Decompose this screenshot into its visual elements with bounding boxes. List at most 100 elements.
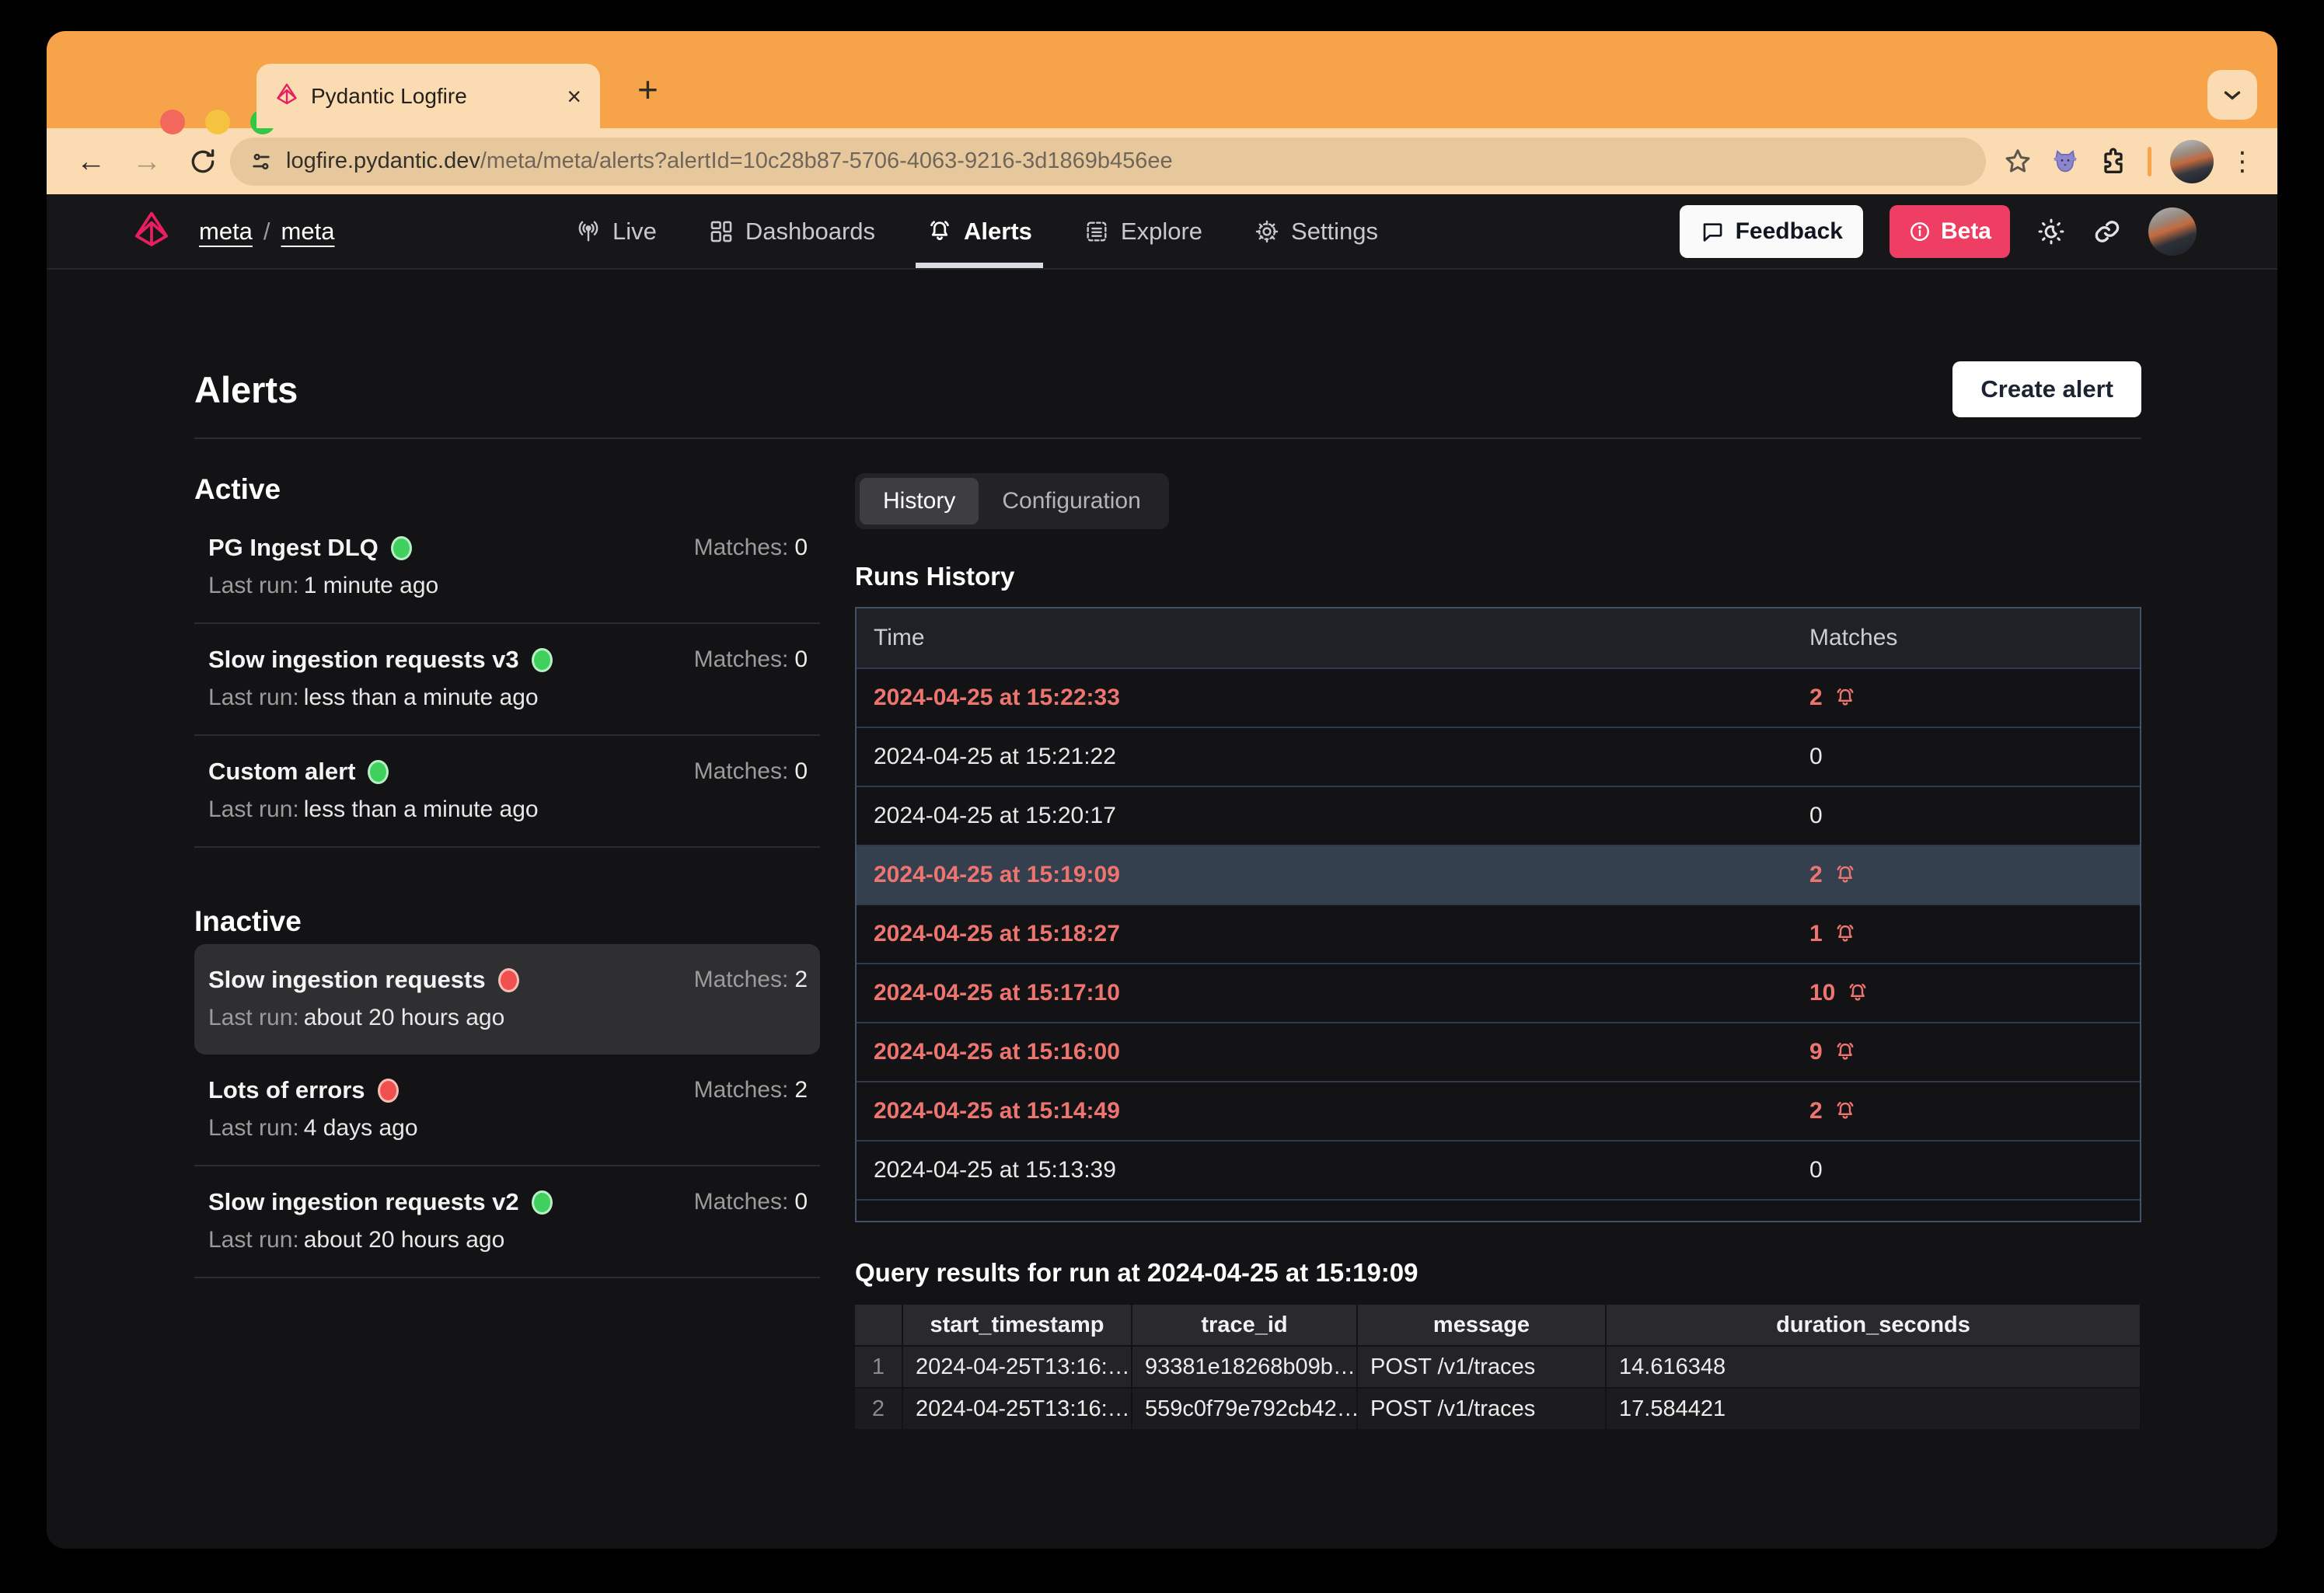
query-result-row[interactable]: 2 2024-04-25T13:16:… 559c0f79e792cb42… P… — [855, 1389, 2141, 1431]
matches-column-header: Matches — [1792, 625, 2140, 651]
forward-button[interactable]: → — [132, 147, 162, 176]
alert-list-item[interactable]: Slow ingestion requests v2 Matches:0 Las… — [194, 1166, 820, 1278]
run-matches: 0 — [1792, 744, 2140, 770]
alert-name: Lots of errors — [208, 1076, 365, 1104]
breadcrumb-project-link[interactable]: meta — [281, 218, 335, 246]
breadcrumb: meta / meta — [199, 218, 334, 246]
status-dot-icon — [532, 1190, 553, 1215]
browser-tab[interactable]: Pydantic Logfire × — [256, 64, 600, 128]
alert-bell-icon — [1834, 1100, 1857, 1123]
nav-item-dashboards[interactable]: Dashboards — [708, 194, 875, 268]
alert-name: Slow ingestion requests — [208, 966, 486, 994]
logfire-app: meta / meta Live — [47, 194, 2277, 1549]
run-row[interactable]: 2024-04-25 at 15:22:33 2 — [857, 668, 2140, 727]
tab-close-icon[interactable]: × — [567, 84, 581, 109]
minimize-window-button[interactable] — [205, 110, 230, 134]
start-timestamp-cell: 2024-04-25T13:16:… — [903, 1347, 1132, 1389]
alert-matches: Matches:0 — [694, 647, 808, 673]
address-bar[interactable]: logfire.pydantic.dev/meta/meta/alerts?al… — [230, 138, 1986, 186]
run-matches: 10 — [1792, 980, 2140, 1006]
runs-table-header: Time Matches — [857, 608, 2140, 668]
beta-button[interactable]: Beta — [1890, 205, 2010, 258]
url-host: logfire.pydantic.dev — [286, 148, 480, 173]
nav-item-explore[interactable]: Explore — [1083, 194, 1202, 268]
query-table-header: start_timestamp trace_id message duratio… — [855, 1305, 2141, 1347]
alert-name: Custom alert — [208, 758, 355, 786]
nav-item-label: Alerts — [964, 218, 1032, 246]
reload-button[interactable] — [188, 147, 218, 176]
alerts-list-panel: Active PG Ingest DLQ Matches:0 Last run:… — [194, 473, 820, 1278]
alert-last-run: Last run:less than a minute ago — [208, 685, 808, 711]
feedback-label: Feedback — [1736, 218, 1843, 245]
run-row[interactable]: 2024-04-25 at 15:16:00 9 — [857, 1022, 2140, 1081]
alert-matches: Matches:2 — [694, 1077, 808, 1103]
browser-menu-button[interactable]: ⋮ — [2229, 146, 2256, 177]
runs-history-table: Time Matches 2024-04-25 at 15:22:33 2 — [855, 607, 2141, 1222]
create-alert-button[interactable]: Create alert — [1952, 361, 2141, 417]
detail-tabs: History Configuration — [855, 473, 1169, 529]
back-button[interactable]: ← — [76, 147, 106, 176]
run-matches: 2 — [1792, 1098, 2140, 1124]
alert-list-item[interactable]: Slow ingestion requests Matches:2 Last r… — [194, 944, 820, 1054]
sun-moon-icon — [2036, 217, 2066, 246]
cat-icon — [2050, 146, 2081, 177]
extension-cat-button[interactable] — [2050, 146, 2081, 177]
trace-id-cell: 93381e18268b09b… — [1132, 1347, 1358, 1389]
run-time: 2024-04-25 at 15:19:09 — [857, 862, 1792, 888]
nav-item-settings[interactable]: Settings — [1254, 194, 1378, 268]
alert-list-item[interactable]: Lots of errors Matches:2 Last run:4 days… — [194, 1054, 820, 1166]
run-row[interactable]: 2024-04-25 at 15:18:27 1 — [857, 904, 2140, 963]
alert-list-item[interactable]: Slow ingestion requests v3 Matches:0 Las… — [194, 624, 820, 736]
alert-list-item[interactable]: Custom alert Matches:0 Last run:less tha… — [194, 736, 820, 848]
info-icon — [1908, 220, 1931, 243]
site-settings-icon[interactable] — [249, 149, 274, 174]
alert-list-item[interactable]: PG Ingest DLQ Matches:0 Last run:1 minut… — [194, 512, 820, 624]
share-link-button[interactable] — [2092, 217, 2122, 246]
run-time: 2024-04-25 at 15:20:17 — [857, 803, 1792, 829]
bell-icon — [926, 218, 953, 245]
url-path: /meta/meta/alerts?alertId=10c28b87-5706-… — [480, 148, 1173, 173]
duration-seconds-cell: 14.616348 — [1607, 1347, 2141, 1389]
runs-history-heading: Runs History — [855, 562, 2141, 591]
alert-bell-icon — [1834, 686, 1857, 709]
app-navbar: meta / meta Live — [47, 194, 2277, 270]
browser-window: Pydantic Logfire × + ← → logfire.pydanti… — [47, 31, 2277, 1549]
tab-history[interactable]: History — [860, 478, 979, 525]
alert-last-run: Last run:about 20 hours ago — [208, 1227, 808, 1253]
run-time: 2024-04-25 at 15:22:33 — [857, 685, 1792, 711]
new-tab-button[interactable]: + — [637, 68, 658, 110]
run-row[interactable]: 2024-04-25 at 15:17:10 10 — [857, 963, 2140, 1022]
status-dot-icon — [368, 760, 389, 784]
query-result-row[interactable]: 1 2024-04-25T13:16:… 93381e18268b09b… PO… — [855, 1347, 2141, 1389]
run-time: 2024-04-25 at 15:16:00 — [857, 1039, 1792, 1065]
nav-item-alerts[interactable]: Alerts — [926, 194, 1032, 268]
run-row-partial — [857, 1199, 2140, 1221]
theme-toggle-button[interactable] — [2036, 217, 2066, 246]
logfire-favicon — [275, 82, 298, 110]
run-row[interactable]: 2024-04-25 at 15:21:22 0 — [857, 727, 2140, 786]
run-time: 2024-04-25 at 15:17:10 — [857, 980, 1792, 1006]
nav-item-live[interactable]: Live — [575, 194, 657, 268]
inactive-section-heading: Inactive — [194, 905, 820, 938]
feedback-button[interactable]: Feedback — [1680, 205, 1863, 258]
alert-bell-icon — [1834, 1041, 1857, 1064]
run-row[interactable]: 2024-04-25 at 15:20:17 0 — [857, 786, 2140, 845]
link-icon — [2092, 217, 2122, 246]
extensions-button[interactable] — [2098, 146, 2129, 177]
gear-icon — [1254, 218, 1280, 245]
breadcrumb-org-link[interactable]: meta — [199, 218, 253, 246]
url-text[interactable]: logfire.pydantic.dev/meta/meta/alerts?al… — [286, 148, 1173, 174]
run-row[interactable]: 2024-04-25 at 15:13:39 0 — [857, 1140, 2140, 1199]
close-window-button[interactable] — [160, 110, 185, 134]
tab-search-button[interactable] — [2207, 70, 2257, 120]
browser-profile-avatar[interactable] — [2170, 140, 2214, 183]
trace-id-header: trace_id — [1132, 1305, 1358, 1347]
run-row[interactable]: 2024-04-25 at 15:14:49 2 — [857, 1081, 2140, 1140]
bookmark-star-button[interactable] — [2003, 147, 2033, 176]
logfire-logo[interactable] — [132, 210, 171, 253]
run-time: 2024-04-25 at 15:18:27 — [857, 921, 1792, 947]
alert-last-run: Last run:about 20 hours ago — [208, 1005, 808, 1031]
run-row[interactable]: 2024-04-25 at 15:19:09 2 — [857, 845, 2140, 904]
user-avatar[interactable] — [2148, 207, 2197, 256]
tab-configuration[interactable]: Configuration — [979, 478, 1164, 525]
